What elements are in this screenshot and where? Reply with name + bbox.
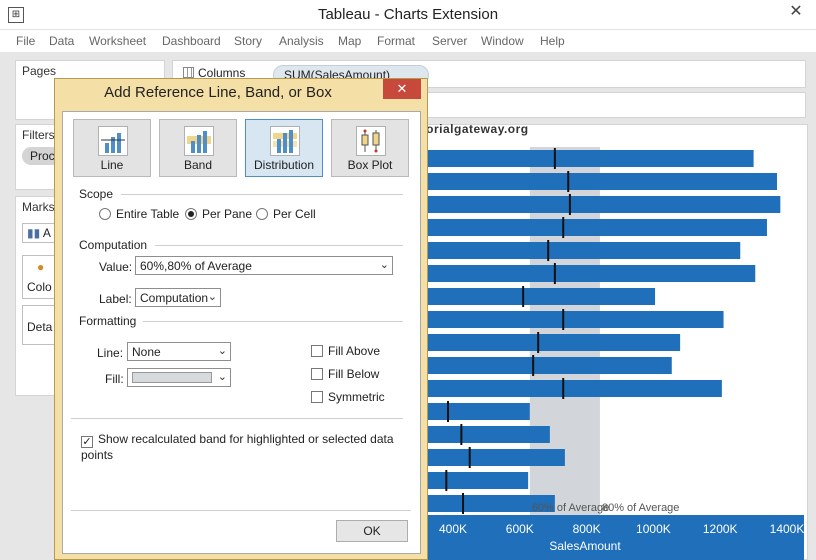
show-recalculated-label: Show recalculated band for highlighted o… [81,432,394,462]
line-icon [98,126,128,156]
symmetric-label: Symmetric [328,390,385,404]
checkbox-box [311,391,323,403]
value-label: Value: [99,260,133,274]
band-label-80: 80% of Average [602,502,679,514]
type-line-label: Line [100,158,124,172]
symmetric-checkbox[interactable]: Symmetric [311,390,385,404]
reference-line-dialog: Add Reference Line, Band, or Box ✕ Line … [54,78,428,560]
x-tick-label: 1000K [636,522,671,536]
value-select-text: 60%,80% of Average [140,259,252,273]
label-select[interactable]: Computation ⌄ [135,288,221,307]
computation-divider [155,245,403,246]
band-icon [184,126,214,156]
chevron-down-icon: ⌄ [207,291,217,303]
label-label: Label: [99,292,132,306]
x-tick-label: 400K [439,522,467,536]
label-select-text: Computation [140,291,209,305]
radio-dot [256,208,268,220]
scope-entire-table-label: Entire Table [116,207,180,221]
scope-entire-table-radio[interactable]: Entire Table [99,207,179,221]
show-recalculated-checkbox[interactable]: ✓ Show recalculated band for highlighted … [81,432,420,462]
checkbox-box [311,368,323,380]
band-label-60: 60% of Average [532,502,609,514]
scope-per-cell-radio[interactable]: Per Cell [256,207,316,221]
ok-button[interactable]: OK [336,520,408,542]
radio-dot [99,208,111,220]
fill-above-label: Fill Above [328,344,381,358]
fill-label: Fill: [105,372,124,386]
fill-color-swatch [132,372,212,383]
options-divider [71,418,403,419]
fill-above-checkbox[interactable]: Fill Above [311,344,380,358]
value-select[interactable]: 60%,80% of Average ⌄ [135,256,393,275]
formatting-divider [143,321,403,322]
box-plot-icon [356,126,386,156]
fill-color-select[interactable]: ⌄ [127,368,231,387]
x-tick-label: 600K [506,522,534,536]
fill-below-checkbox[interactable]: Fill Below [311,367,379,381]
dialog-close-button[interactable]: ✕ [383,79,421,99]
chevron-down-icon: ⌄ [217,371,227,383]
formatting-section-label: Formatting [79,314,137,328]
footer-divider [71,510,411,511]
type-band-button[interactable]: Band [159,119,237,177]
computation-section-label: Computation [79,238,148,252]
type-boxplot-button[interactable]: Box Plot [331,119,409,177]
x-tick-label: 800K [573,522,601,536]
distribution-icon [270,126,300,156]
chevron-down-icon: ⌄ [217,345,227,357]
dialog-body: Line Band Distribution Box Plot Scope En… [62,111,421,554]
type-distribution-button[interactable]: Distribution [245,119,323,177]
line-label: Line: [97,346,124,360]
chevron-down-icon: ⌄ [379,259,389,271]
dialog-title: Add Reference Line, Band, or Box [104,84,332,101]
type-distribution-label: Distribution [253,158,315,172]
type-band-label: Band [183,158,213,172]
scope-per-cell-label: Per Cell [273,207,316,221]
x-tick-label: 1200K [703,522,738,536]
x-axis-label: SalesAmount [549,539,621,553]
scope-per-pane-label: Per Pane [202,207,253,221]
type-line-button[interactable]: Line [73,119,151,177]
line-style-select[interactable]: None ⌄ [127,342,231,361]
x-tick-label: 1400K [770,522,805,536]
check-icon: ✓ [81,436,93,448]
type-boxplot-label: Box Plot [347,158,393,172]
fill-below-label: Fill Below [328,367,380,381]
checkbox-box [311,345,323,357]
line-style-text: None [132,345,161,359]
scope-section-label: Scope [79,187,114,201]
scope-per-pane-radio[interactable]: Per Pane [185,207,252,221]
scope-divider [121,194,403,195]
radio-dot-selected [185,208,197,220]
